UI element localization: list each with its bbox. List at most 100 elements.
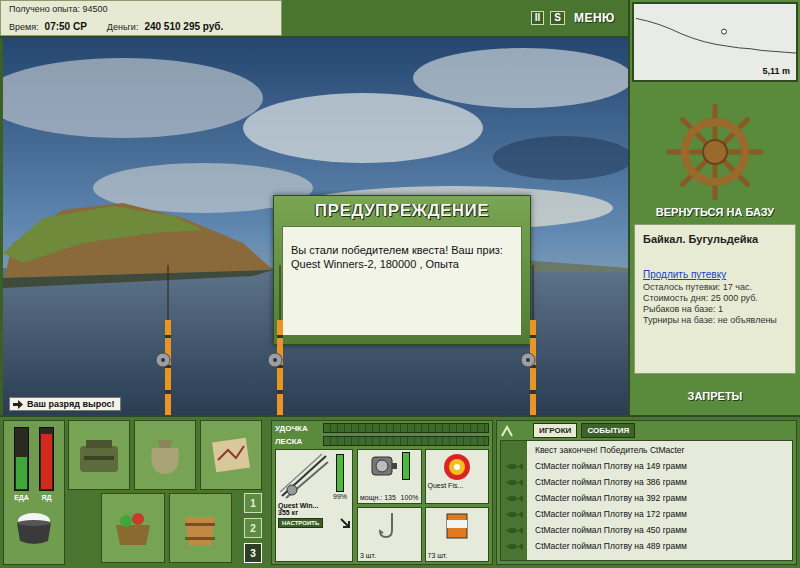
rod-condition-text: 99%	[333, 493, 347, 500]
fish-icon	[504, 510, 524, 519]
fish-slot	[501, 510, 527, 519]
rod-set-icon[interactable]	[278, 452, 330, 500]
rod-cell[interactable]: 99%Quest Win...355 кгНАСТРОИТЬ	[275, 449, 353, 562]
toolbar-button[interactable]: II	[531, 11, 545, 25]
base-info-line: Турниры на базе: не объявлены	[643, 315, 787, 326]
location: Байкал. Бугульдейка	[643, 233, 787, 245]
chat-body: Квест закончен! Победитель CtMacter CtMac…	[500, 440, 793, 561]
fish-icon	[504, 526, 524, 535]
pot-icon[interactable]	[12, 507, 56, 547]
notification-text: Ваш разряд вырос!	[27, 399, 115, 409]
condition-fill	[337, 455, 343, 491]
tackle-panel: УДОЧКАЛЕСКА99%Quest Win...355 кгНАСТРОИТ…	[271, 420, 493, 565]
dialog-title: ПРЕДУПРЕЖДЕНИЕ	[282, 196, 522, 226]
chat-message: CtMacter поймал Плотву на 386 грамм	[501, 474, 788, 490]
tackle-bag[interactable]	[68, 420, 130, 490]
meter-fill	[41, 434, 52, 489]
food-basket-icon[interactable]	[108, 503, 158, 553]
meter-row: ЕДАЯД	[14, 427, 54, 501]
bucket-icon[interactable]	[175, 503, 225, 553]
rod-condition: 99%	[333, 454, 347, 500]
rank-notification[interactable]: Ваш разряд вырос!	[9, 397, 121, 411]
stats-panel: Получено опыта: 94500 Время: 07:50 СР Де…	[0, 0, 282, 36]
rod-top: 99%	[278, 452, 350, 500]
rod-name: Quest Win...	[278, 502, 350, 509]
top-bar: Получено опыта: 94500 Время: 07:50 СР Де…	[0, 0, 628, 38]
fish-icon	[504, 494, 524, 503]
sack[interactable]	[134, 420, 196, 490]
chat-message: Квест закончен! Победитель CtMacter	[501, 442, 788, 458]
line-cell[interactable]: Quest Fis...	[425, 449, 490, 504]
scroll-up-icon[interactable]	[501, 425, 513, 437]
tackle-items: 99%Quest Win...355 кгНАСТРОИТЬмощн.: 135…	[275, 449, 489, 562]
base-info-line: Осталось путевки: 17 час.	[643, 282, 787, 293]
message-text: CtMacter поймал Плотву на 149 грамм	[527, 461, 687, 471]
game-window: Получено опыта: 94500 Время: 07:50 СР Де…	[0, 0, 800, 568]
hook-cell[interactable]: 3 шт.	[357, 507, 422, 562]
extend-link[interactable]: Продлить путевку	[643, 269, 787, 280]
sack-icon[interactable]	[140, 430, 190, 480]
chat-message: CtMacter поймал Плотву на 149 грамм	[501, 458, 788, 474]
setup-button[interactable]: НАСТРОИТЬ	[278, 518, 323, 528]
chat-message: CtMacter поймал Плотву на 172 грамм	[501, 506, 788, 522]
tackle-slots: мощн.: 135100% Quest Fis... 3 шт. 73 шт.	[357, 449, 489, 562]
chat-tab[interactable]: ИГРОКИ	[533, 423, 577, 438]
menu-button[interactable]: МЕНЮ	[571, 12, 618, 24]
message-text: Квест закончен! Победитель CtMacter	[527, 445, 684, 455]
arrow-icon[interactable]	[340, 518, 350, 528]
chat-tab[interactable]: СОБЫТИЯ	[581, 423, 635, 438]
line-spool-icon[interactable]	[441, 452, 473, 482]
hook-count: 3 шт.	[360, 552, 376, 559]
bar-track	[323, 423, 489, 433]
food-basket[interactable]	[101, 493, 165, 563]
fishing-scene[interactable]: Ваш разряд вырос! ПРЕДУПРЕЖДЕНИЕ Вы стал…	[0, 38, 628, 415]
bar-label: УДОЧКА	[275, 424, 319, 433]
base-info-line: Рыбаков на базе: 1	[643, 304, 787, 315]
line-name: Quest Fis...	[428, 482, 464, 489]
slot-button[interactable]: 2	[244, 518, 262, 538]
condition-track	[402, 452, 410, 480]
bans-button[interactable]: ЗАПРЕТЫ	[630, 376, 800, 415]
map[interactable]	[200, 420, 262, 490]
rod-icon[interactable]	[518, 265, 548, 415]
hook-icon[interactable]	[374, 510, 404, 540]
meter-track	[39, 427, 54, 491]
warning-dialog: ПРЕДУПРЕЖДЕНИЕ Вы стали победителем квес…	[273, 195, 531, 345]
message-text: CtMacter поймал Плотву на 392 грамм	[527, 493, 687, 503]
bar-label: ЛЕСКА	[275, 437, 319, 446]
fish-slot	[501, 478, 527, 487]
slot-button[interactable]: 1	[244, 493, 262, 513]
reel-cell[interactable]: мощн.: 135100%	[357, 449, 422, 504]
experience: Получено опыта: 94500	[9, 4, 273, 14]
float-marker	[722, 29, 727, 34]
tackle-bar: УДОЧКА	[275, 423, 489, 433]
depth-reading: 5,11 m	[762, 66, 790, 76]
return-to-base[interactable]: ВЕРНУТЬСЯ НА БАЗУ	[630, 84, 800, 222]
status-meters: ЕДАЯД	[3, 420, 65, 565]
arrow-icon	[13, 400, 23, 409]
ship-wheel-icon[interactable]	[665, 102, 765, 202]
message-text: CtMacter поймал Плотву на 489 грамм	[527, 541, 687, 551]
tackle-bag-icon[interactable]	[74, 430, 124, 480]
return-button[interactable]: ВЕРНУТЬСЯ НА БАЗУ	[656, 206, 774, 218]
fish-slot	[501, 462, 527, 471]
map-icon[interactable]	[206, 430, 256, 480]
fish-slot	[501, 526, 527, 535]
inventory: 1 2 3	[68, 420, 268, 565]
rod-icon[interactable]	[153, 265, 183, 415]
tackle-bar: ЛЕСКА	[275, 436, 489, 446]
dialog-message: Вы стали победителем квеста! Ваш приз: Q…	[282, 226, 522, 336]
chat-message: CtMacter поймал Плотву на 392 грамм	[501, 490, 788, 506]
reel-icon[interactable]	[368, 453, 398, 479]
rod-bottom: НАСТРОИТЬ	[278, 516, 350, 528]
bait-cell[interactable]: 73 шт.	[425, 507, 490, 562]
toolbar-button[interactable]: S	[550, 11, 565, 25]
rod-icon[interactable]	[265, 265, 295, 415]
bait-can-icon[interactable]	[442, 510, 472, 540]
chat-header: ИГРОКИ СОБЫТИЯ	[497, 421, 796, 440]
time-label: Время:	[9, 22, 39, 32]
slot-button[interactable]: 3	[244, 543, 262, 563]
bucket[interactable]	[169, 493, 233, 563]
condition-fill	[403, 453, 409, 479]
message-text: CtMacter поймал Плотву на 450 грамм	[527, 525, 687, 535]
